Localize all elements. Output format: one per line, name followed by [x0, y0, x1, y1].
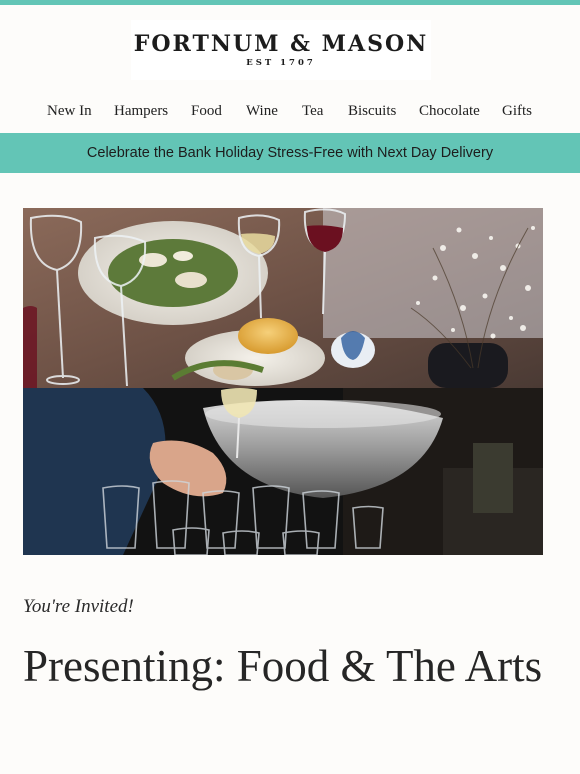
champagne-pouring-photo: [23, 388, 543, 555]
dining-table-photo: [23, 208, 543, 388]
nav-item-new-in[interactable]: New In: [47, 103, 92, 120]
nav-item-gifts[interactable]: Gifts: [502, 103, 532, 120]
invite-eyebrow: You're Invited!: [23, 596, 134, 617]
nav-item-food[interactable]: Food: [191, 103, 222, 120]
brand-name: FORTNUM & MASON: [133, 31, 429, 57]
page-headline: Presenting: Food & The Arts: [23, 641, 543, 691]
brand-tagline: EST 1707: [246, 58, 316, 68]
nav-item-hampers[interactable]: Hampers: [114, 103, 168, 120]
nav-item-wine[interactable]: Wine: [246, 103, 278, 120]
nav-item-biscuits[interactable]: Biscuits: [348, 103, 396, 120]
nav-item-chocolate[interactable]: Chocolate: [419, 103, 480, 120]
hero-image[interactable]: [23, 208, 543, 555]
top-accent-strip: [0, 0, 580, 5]
delivery-banner[interactable]: Celebrate the Bank Holiday Stress-Free w…: [0, 133, 580, 173]
brand-logo[interactable]: FORTNUM & MASON EST 1707: [131, 20, 431, 80]
nav-item-tea[interactable]: Tea: [302, 103, 323, 120]
main-nav: New In Hampers Food Wine Tea Biscuits Ch…: [0, 100, 580, 124]
